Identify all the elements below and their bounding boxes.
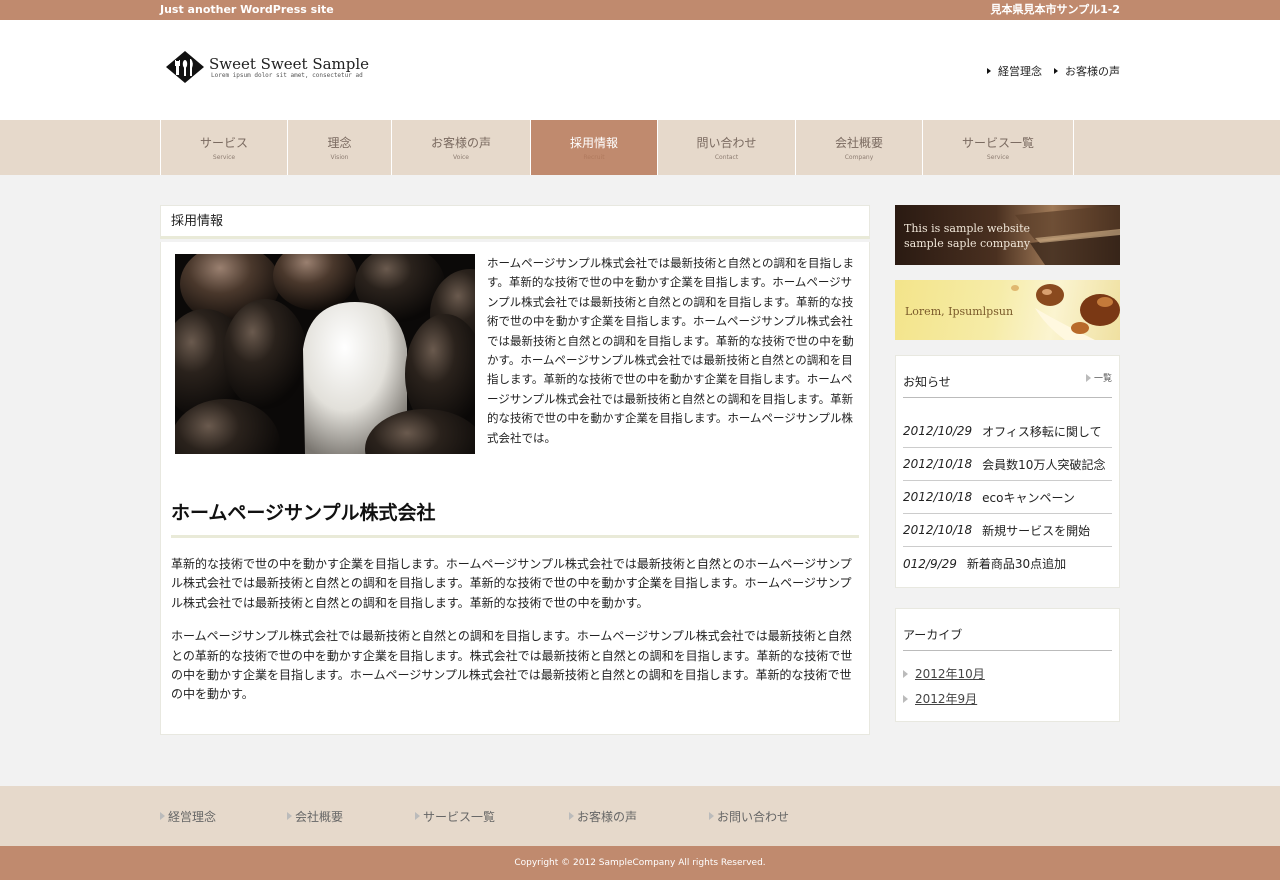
company-heading: ホームページサンプル株式会社	[171, 498, 859, 538]
intro-section: ホームページサンプル株式会社では最新技術と自然との調和を目指します。革新的な技術…	[171, 254, 859, 454]
triangle-bullet-icon	[903, 669, 908, 678]
archive-title: アーカイブ	[903, 628, 963, 642]
chocolates-photo	[175, 254, 475, 454]
nav-item-service[interactable]: サービス Service	[161, 120, 288, 175]
global-nav: サービス Service 理念 Vision お客様の声 Voice 採用情報 Recr…	[0, 120, 1280, 175]
header: Sweet Sweet Sample Lorem ipsum dolor sit…	[0, 20, 1280, 120]
footer-link-service-list[interactable]: サービス一覧	[415, 808, 569, 825]
content: 採用情報 ホームページサンプル株式会社では最新技術と自然との調和を目指します。革…	[160, 205, 870, 742]
intro-text: ホームページサンプル株式会社では最新技術と自然との調和を目指します。革新的な技術…	[487, 256, 854, 445]
main-area: 採用情報 ホームページサンプル株式会社では最新技術と自然との調和を目指します。革…	[160, 205, 1120, 742]
copyright: Copyright © 2012 SampleCompany All right…	[0, 846, 1280, 880]
footer-link-voice[interactable]: お客様の声	[569, 808, 709, 825]
footer-link-contact[interactable]: お問い合わせ	[709, 808, 859, 825]
banner-lorem[interactable]: Lorem, Ipsumlpsun	[895, 280, 1120, 340]
news-widget: お知らせ 一覧 2012/10/29 オフィス移転に関して 2012/10/18 会…	[895, 355, 1120, 588]
archive-widget: アーカイブ 2012年10月 2012年9月	[895, 608, 1120, 722]
triangle-bullet-icon	[987, 68, 991, 74]
news-title: お知らせ	[903, 375, 951, 389]
banner1-line2: sample saple company	[904, 237, 1031, 250]
nav-item-voice[interactable]: お客様の声 Voice	[392, 120, 531, 175]
footer-nav: 経営理念 会社概要 サービス一覧 お客様の声 お問い合わせ	[0, 786, 1280, 846]
content-body: ホームページサンプル株式会社では最新技術と自然との調和を目指します。革新的な技術…	[160, 242, 870, 735]
news-item[interactable]: 2012/10/18 新規サービスを開始	[903, 514, 1112, 547]
sidebar: This is sample website sample saple comp…	[895, 205, 1120, 742]
nav-item-company[interactable]: 会社概要 Company	[796, 120, 923, 175]
footer-link-company[interactable]: 会社概要	[287, 808, 415, 825]
triangle-bullet-icon	[415, 812, 420, 820]
site-address: 見本県見本市サンプル1-2	[990, 3, 1120, 16]
footer-link-philosophy[interactable]: 経営理念	[160, 808, 287, 825]
triangle-bullet-icon	[160, 812, 165, 820]
banner1-line1: This is sample website	[904, 222, 1031, 235]
site-tagline: Just another WordPress site	[160, 3, 334, 16]
archive-list: 2012年10月 2012年9月	[903, 651, 1112, 721]
page-title: 採用情報	[160, 205, 870, 239]
header-link-voice[interactable]: お客様の声	[1054, 63, 1120, 79]
nav-item-vision[interactable]: 理念 Vision	[288, 120, 392, 175]
triangle-bullet-icon	[1085, 373, 1091, 382]
news-list: 2012/10/29 オフィス移転に関して 2012/10/18 会員数10万人突破…	[903, 398, 1112, 587]
news-item[interactable]: 2012/10/18 会員数10万人突破記念	[903, 448, 1112, 481]
logo-title: Sweet Sweet Sample	[209, 54, 370, 73]
triangle-bullet-icon	[709, 812, 714, 820]
archive-link-2012-10[interactable]: 2012年10月	[903, 661, 1112, 686]
nav-item-contact[interactable]: 問い合わせ Contact	[658, 120, 796, 175]
site-logo[interactable]: Sweet Sweet Sample Lorem ipsum dolor sit…	[165, 50, 369, 84]
triangle-bullet-icon	[1054, 68, 1058, 74]
archive-link-2012-09[interactable]: 2012年9月	[903, 686, 1112, 711]
triangle-bullet-icon	[569, 812, 574, 820]
news-more-link[interactable]: 一覧	[1085, 371, 1112, 384]
top-bar: Just another WordPress site 見本県見本市サンプル1-…	[0, 0, 1280, 20]
news-item[interactable]: 2012/10/18 ecoキャンペーン	[903, 481, 1112, 514]
header-links: 経営理念 お客様の声	[987, 63, 1120, 79]
nav-item-recruit[interactable]: 採用情報 Recruit	[531, 120, 658, 175]
header-link-philosophy[interactable]: 経営理念	[987, 63, 1042, 79]
nav-item-service-list[interactable]: サービス一覧 Service	[923, 120, 1074, 175]
body-paragraph-2: ホームページサンプル株式会社では最新技術と自然との調和を目指します。ホームページ…	[171, 629, 853, 702]
logo-mark-icon	[165, 50, 205, 84]
logo-subtitle: Lorem ipsum dolor sit amet, consectetur …	[211, 71, 363, 79]
news-item[interactable]: 012/9/29 新着商品30点追加	[903, 547, 1112, 580]
banner2-text: Lorem, Ipsumlpsun	[905, 305, 1014, 318]
body-paragraph-1: 革新的な技術で世の中を動かす企業を目指します。ホームページサンプル株式会社では最…	[171, 557, 852, 610]
news-item[interactable]: 2012/10/29 オフィス移転に関して	[903, 415, 1112, 448]
triangle-bullet-icon	[287, 812, 292, 820]
banner-sample-website[interactable]: This is sample website sample saple comp…	[895, 205, 1120, 265]
triangle-bullet-icon	[903, 694, 908, 703]
